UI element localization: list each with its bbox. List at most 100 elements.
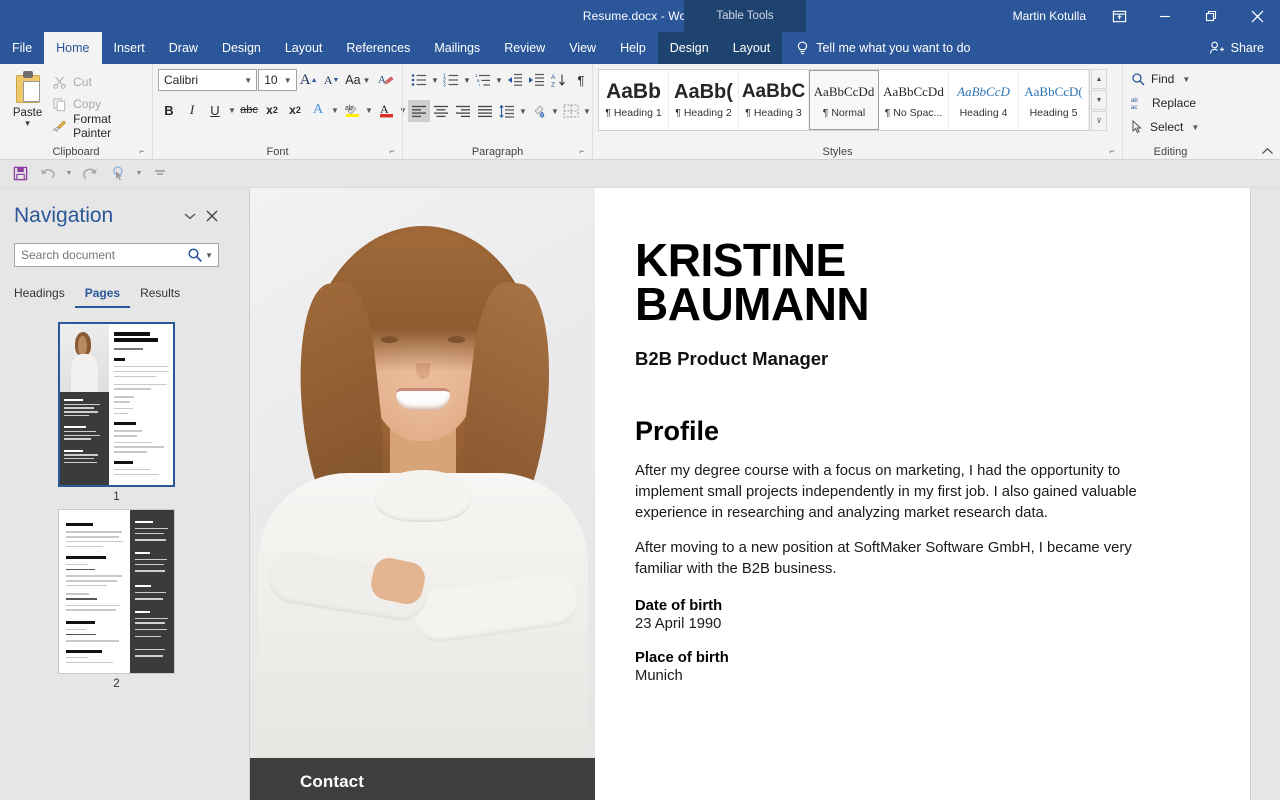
borders-dropdown[interactable]: ▼ [582,100,592,122]
superscript-button[interactable]: x2 [284,99,306,121]
search-icon[interactable] [187,247,203,263]
collapse-ribbon-button[interactable] [1261,147,1274,156]
underline-button[interactable]: U [204,99,226,121]
bold-button[interactable]: B [158,99,180,121]
line-spacing-dropdown[interactable]: ▼ [518,100,528,122]
tab-help[interactable]: Help [608,32,658,64]
align-right-button[interactable] [452,100,474,122]
subscript-button[interactable]: x2 [261,99,283,121]
tell-me-search[interactable]: Tell me what you want to do [782,32,982,64]
portrait-photo[interactable] [250,188,595,758]
page-thumbnail-2[interactable]: 2 [0,509,233,690]
justify-button[interactable] [474,100,496,122]
text-effects-dropdown[interactable]: ▼ [330,99,340,121]
show-formatting-marks-button[interactable]: ¶ [570,69,592,91]
bullets-button[interactable] [408,69,430,91]
decrease-indent-button[interactable] [504,69,526,91]
text-highlight-button[interactable]: ab [341,99,363,121]
paragraph-dialog-launcher[interactable]: ⌐ [576,145,588,157]
replace-button[interactable]: abac Replace [1128,91,1213,115]
shading-button[interactable] [528,100,550,122]
multilevel-list-dropdown[interactable]: ▼ [494,69,504,91]
multilevel-list-button[interactable]: 1ai [472,69,494,91]
styles-scroll-up-button[interactable]: ▲ [1091,69,1107,89]
increase-indent-button[interactable] [526,69,548,91]
format-painter-button[interactable]: Format Painter [50,115,147,137]
style-normal[interactable]: AaBbCcDd ¶ Normal [809,70,879,130]
tab-insert[interactable]: Insert [102,32,157,64]
font-name-combobox[interactable]: Calibri ▼ [158,69,257,91]
chevron-down-icon[interactable]: ▼ [1180,75,1192,84]
change-case-button[interactable]: Aa ▼ [344,69,374,91]
close-icon[interactable] [201,205,223,227]
tab-home[interactable]: Home [44,32,101,64]
align-center-button[interactable] [430,100,452,122]
search-document-field[interactable]: ▼ [14,243,219,267]
find-button[interactable]: Find ▼ [1128,67,1213,91]
customize-quick-access-toolbar-icon[interactable] [147,162,173,186]
tab-mailings[interactable]: Mailings [422,32,492,64]
share-button[interactable]: Share [1203,32,1270,64]
ribbon-display-options-icon[interactable] [1096,0,1142,32]
strikethrough-button[interactable]: abc [238,99,260,121]
thumbnail-image-2[interactable] [58,509,175,674]
account-name[interactable]: Martin Kotulla [1013,9,1096,23]
nav-tab-pages[interactable]: Pages [75,283,130,308]
tab-design[interactable]: Design [210,32,273,64]
grow-font-button[interactable]: A▲ [298,69,320,91]
tab-view[interactable]: View [557,32,608,64]
select-button[interactable]: Select ▼ [1128,115,1213,139]
thumbnail-image-1[interactable] [58,322,175,487]
undo-icon[interactable] [35,162,61,186]
font-size-combobox[interactable]: 10 ▼ [258,69,296,91]
line-spacing-button[interactable] [496,100,518,122]
nav-tab-headings[interactable]: Headings [14,283,75,308]
styles-scroll-down-button[interactable]: ▼ [1091,90,1107,110]
document-area[interactable]: Contact k.baumann@softmaker.com +49 123 … [233,188,1280,800]
numbering-dropdown[interactable]: ▼ [462,69,472,91]
style-heading-5[interactable]: AaBbCcD( Heading 5 [1019,70,1089,130]
style-heading-2[interactable]: AaBb( ¶ Heading 2 [669,70,739,130]
touch-mode-dropdown-icon[interactable]: ▼ [133,162,145,186]
tab-table-tools-layout[interactable]: Layout [721,32,783,64]
nav-tab-results[interactable]: Results [130,283,190,308]
bullets-dropdown[interactable]: ▼ [430,69,440,91]
document-body[interactable]: KRISTINE BAUMANN B2B Product Manager Pro… [595,188,1250,800]
style-no-spacing[interactable]: AaBbCcDd ¶ No Spac... [879,70,949,130]
tab-table-tools-design[interactable]: Design [658,32,721,64]
tab-layout[interactable]: Layout [273,32,335,64]
styles-dialog-launcher[interactable]: ⌐ [1106,145,1118,157]
restore-icon[interactable] [1188,0,1234,32]
style-heading-1[interactable]: AaBb ¶ Heading 1 [599,70,669,130]
chevron-down-icon[interactable]: ▼ [203,251,215,260]
document-page-1[interactable]: Contact k.baumann@softmaker.com +49 123 … [250,188,1250,800]
minimize-icon[interactable] [1142,0,1188,32]
style-heading-3[interactable]: AaBbC ¶ Heading 3 [739,70,809,130]
italic-button[interactable]: I [181,99,203,121]
contact-block[interactable]: Contact k.baumann@softmaker.com +49 123 … [250,758,595,800]
chevron-down-icon[interactable]: ▼ [1189,123,1201,132]
font-dialog-launcher[interactable]: ⌐ [386,145,398,157]
page-thumbnail-1[interactable]: 1 [0,322,233,503]
redo-icon[interactable] [77,162,103,186]
styles-more-button[interactable]: ⊽ [1091,111,1107,131]
chevron-down-icon[interactable]: ▼ [24,120,32,128]
touch-mouse-mode-icon[interactable] [105,162,131,186]
undo-dropdown-icon[interactable]: ▼ [63,162,75,186]
borders-button[interactable] [560,100,582,122]
tab-references[interactable]: References [334,32,422,64]
tab-draw[interactable]: Draw [157,32,210,64]
tab-review[interactable]: Review [492,32,557,64]
chevron-down-icon[interactable] [179,205,201,227]
close-icon[interactable] [1234,0,1280,32]
numbering-button[interactable]: 123 [440,69,462,91]
shrink-font-button[interactable]: A▼ [321,69,343,91]
clipboard-dialog-launcher[interactable]: ⌐ [136,145,148,157]
align-left-button[interactable] [408,100,430,122]
sort-button[interactable]: AZ [548,69,570,91]
cut-button[interactable]: Cut [50,71,147,93]
clear-formatting-button[interactable]: A [375,69,397,91]
tab-file[interactable]: File [0,32,44,64]
underline-dropdown[interactable]: ▼ [227,99,237,121]
highlight-dropdown[interactable]: ▼ [364,99,374,121]
